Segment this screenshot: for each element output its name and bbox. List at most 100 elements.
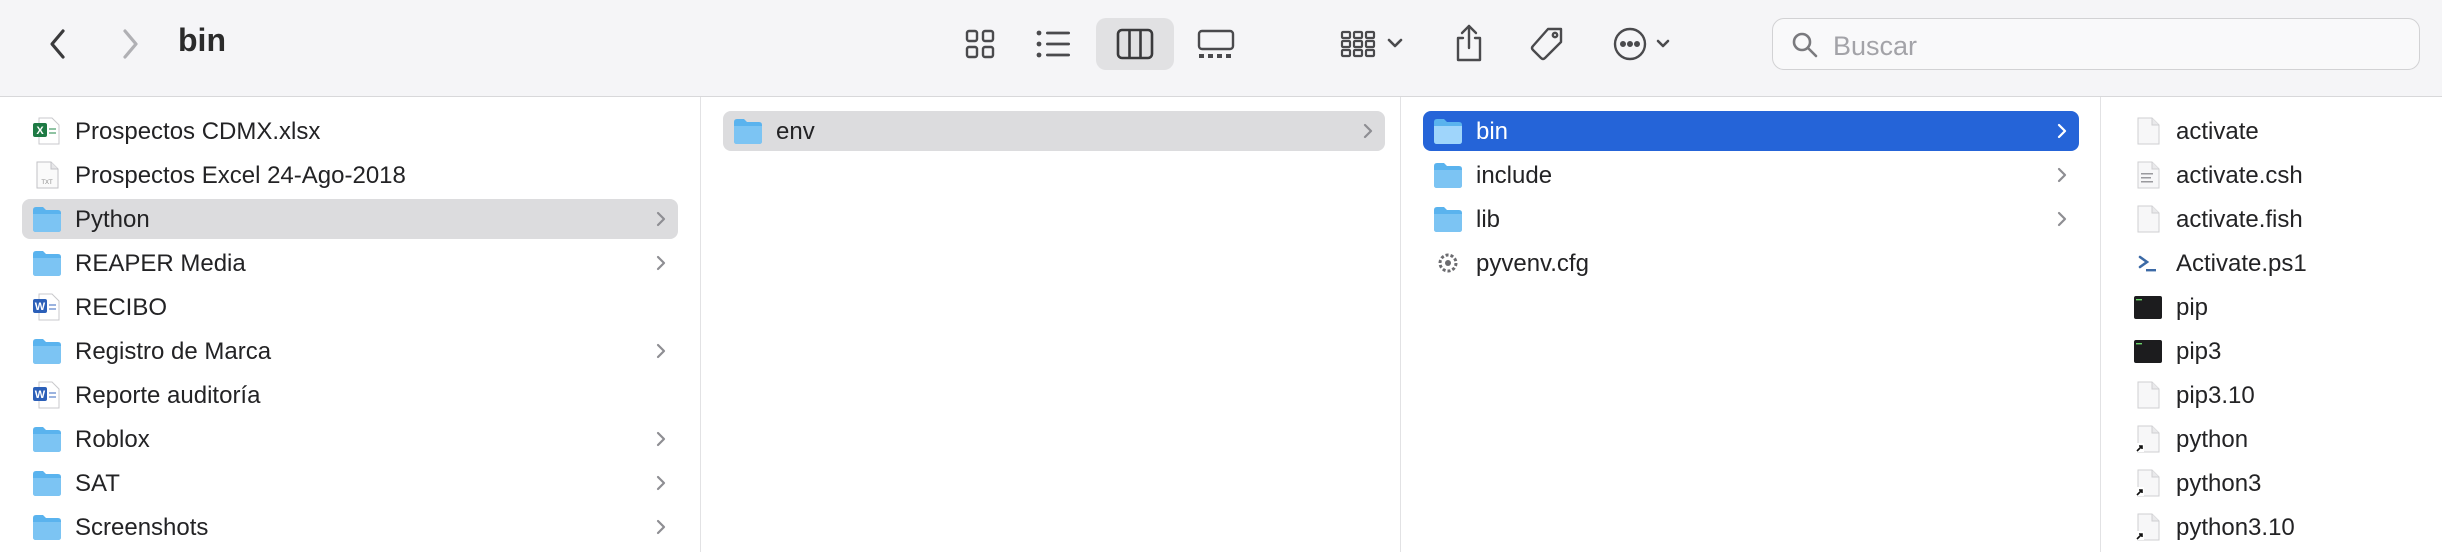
folder-row[interactable]: Registro de Marca [22,331,678,371]
chevron-right-icon [2055,164,2069,191]
folder-row[interactable]: Roblox [22,419,678,459]
chevron-right-icon [654,208,668,235]
file-row[interactable]: activate [2123,111,2441,151]
config-file-icon [1433,249,1463,277]
file-row[interactable]: python3.10 [2123,507,2441,547]
item-label: pyvenv.cfg [1476,250,1589,277]
svg-text:W: W [35,301,46,313]
columns-icon [1116,28,1154,60]
item-label: SAT [75,470,120,497]
file-row[interactable]: X Prospectos CDMX.xlsx [22,111,678,151]
chevron-right-icon [1361,120,1375,147]
list-view-button[interactable] [1026,20,1082,68]
item-label: REAPER Media [75,250,246,277]
chevron-left-icon [50,29,65,59]
item-label: activate.csh [2176,162,2303,189]
chevron-right-icon [2055,120,2069,147]
back-button[interactable] [36,20,80,68]
alias-document-icon [2133,469,2163,497]
tags-button[interactable] [1520,20,1574,68]
folder-row[interactable]: include [1423,155,2079,195]
chevron-right-icon [654,516,668,543]
chevron-right-icon [654,252,668,279]
document-icon [2133,205,2163,233]
terminal-exec-icon [2133,293,2163,321]
more-actions-button[interactable] [1608,20,1682,68]
file-row[interactable]: Activate.ps1 [2123,243,2441,283]
gallery-view-button[interactable] [1186,20,1246,68]
chevron-right-icon [654,428,668,455]
svg-text:TXT: TXT [41,180,53,186]
item-label: Roblox [75,426,150,453]
file-row[interactable]: W RECIBO [22,287,678,327]
item-label: Screenshots [75,514,209,541]
file-row[interactable]: pip3 [2123,331,2441,371]
search-field[interactable]: Buscar [1772,18,2420,70]
folder-row[interactable]: Python [22,199,678,239]
item-label: env [776,118,815,145]
word-file-icon: W [32,381,62,409]
item-label: activate [2176,118,2259,145]
folder-row[interactable]: bin [1423,111,2079,151]
window-title: bin [178,22,226,58]
item-label: RECIBO [75,294,168,321]
file-row[interactable]: activate.fish [2123,199,2441,239]
chevron-right-icon [654,472,668,499]
share-icon [1456,24,1482,62]
folder-row[interactable]: lib [1423,199,2079,239]
column-1[interactable]: X Prospectos CDMX.xlsx TXT Prospectos Exc… [0,97,700,552]
folder-icon [1433,205,1463,233]
icon-view-button[interactable] [952,20,1008,68]
file-row[interactable]: pip [2123,287,2441,327]
excel-file-icon: X [32,117,62,145]
column-3[interactable]: bin include lib pyvenv.cfg [1401,97,2100,552]
grid-icon [965,29,995,59]
search-placeholder: Buscar [1833,31,1918,61]
folder-row[interactable]: Screenshots [22,507,678,547]
column-4[interactable]: activate activate.csh activate.fish Acti… [2101,97,2442,552]
svg-text:W: W [35,389,46,401]
toolbar: bin Buscar [0,0,2442,97]
chevron-right-icon [123,29,138,59]
script-document-icon [2133,161,2163,189]
item-label: pip [2176,294,2209,321]
item-label: include [1476,162,1553,189]
terminal-exec-icon [2133,337,2163,365]
item-label: python3.10 [2176,514,2295,541]
alias-document-icon [2133,513,2163,541]
alias-document-icon [2133,425,2163,453]
file-row[interactable]: pyvenv.cfg [1423,243,2079,283]
file-row[interactable]: activate.csh [2123,155,2441,195]
file-row[interactable]: TXT Prospectos Excel 24-Ago-2018 [22,155,678,195]
file-row[interactable]: python [2123,419,2441,459]
svg-text:X: X [36,125,44,137]
item-label: Prospectos Excel 24-Ago-2018 [75,162,406,189]
group-grid-icon [1340,30,1403,58]
group-by-button[interactable] [1334,20,1414,68]
chevron-right-icon [654,340,668,367]
file-row[interactable]: pip3.10 [2123,375,2441,415]
item-label: Python [75,206,150,233]
folder-icon [32,337,62,365]
folder-icon [1433,117,1463,145]
chevron-right-icon [2055,208,2069,235]
folder-icon [32,469,62,497]
item-label: Prospectos CDMX.xlsx [75,118,321,145]
search-icon [1792,32,1818,58]
folder-row[interactable]: REAPER Media [22,243,678,283]
folder-row[interactable]: env [723,111,1385,151]
column-view-button[interactable] [1096,18,1174,70]
file-row[interactable]: python3 [2123,463,2441,503]
file-row[interactable]: W Reporte auditoría [22,375,678,415]
gallery-icon [1197,29,1235,58]
item-label: python3 [2176,470,2262,497]
folder-icon [32,249,62,277]
powershell-icon [2133,249,2163,277]
tag-icon [1530,27,1563,61]
folder-row[interactable]: SAT [22,463,678,503]
item-label: Reporte auditoría [75,382,261,409]
column-2[interactable]: env [701,97,1400,552]
share-button[interactable] [1444,16,1494,70]
document-icon [2133,381,2163,409]
forward-button[interactable] [108,20,152,68]
